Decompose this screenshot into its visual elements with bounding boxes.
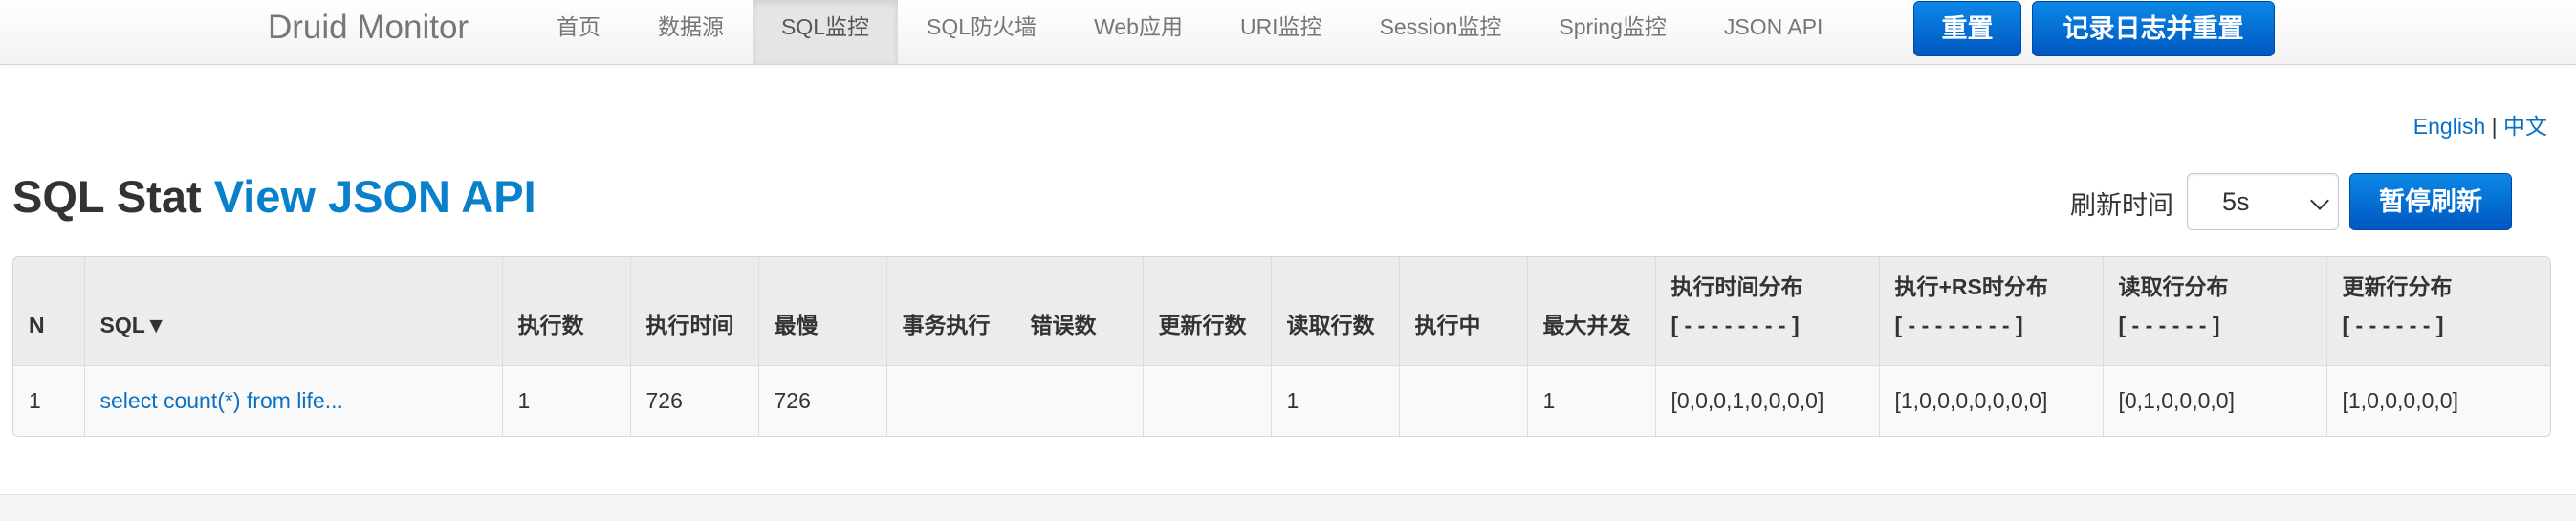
pause-refresh-button[interactable]: 暂停刷新	[2349, 173, 2512, 230]
col-header-fetch-row-histogram[interactable]: 读取行分布 [ - - - - - - ]	[2102, 257, 2326, 365]
col-header-update-row-histogram[interactable]: 更新行分布 [ - - - - - - ]	[2325, 257, 2550, 365]
cell-exec-count: 1	[501, 365, 630, 436]
main-nav: 首页 数据源 SQL监控 SQL防火墙 Web应用 URI监控 Session监…	[528, 0, 1851, 64]
col-header-update-rows[interactable]: 更新行数	[1142, 257, 1271, 365]
col-header-exec-time-histogram[interactable]: 执行时间分布 [ - - - - - - - - ]	[1654, 257, 1879, 365]
page-title-text: SQL Stat	[12, 171, 202, 222]
refresh-interval-select[interactable]: 5s	[2187, 173, 2339, 230]
nav-spring-monitor[interactable]: Spring监控	[1530, 0, 1694, 64]
col-header-fetch-rows[interactable]: 读取行数	[1270, 257, 1399, 365]
sql-stat-table: N SQL▼ 执行数 执行时间 最慢 事务执行 错误数 更新行数 读取行数 执行…	[12, 256, 2551, 437]
cell-exec-rs-histogram: [1,0,0,0,0,0,0,0]	[1878, 365, 2103, 436]
col-header-exec-count[interactable]: 执行数	[501, 257, 630, 365]
col-header-n[interactable]: N	[13, 257, 84, 365]
nav-sql-firewall[interactable]: SQL防火墙	[898, 0, 1065, 64]
refresh-interval-label: 刷新时间	[2070, 191, 2173, 220]
col-header-sql[interactable]: SQL▼	[83, 257, 502, 365]
cell-update-rows	[1142, 365, 1271, 436]
footer-band	[0, 494, 2576, 521]
col-header-running[interactable]: 执行中	[1398, 257, 1527, 365]
col-header-txn-exec[interactable]: 事务执行	[885, 257, 1015, 365]
cell-exec-time: 726	[629, 365, 758, 436]
table-row: 1 select count(*) from life... 1 726 726…	[13, 365, 2550, 436]
cell-exec-time-histogram: [0,0,0,1,0,0,0,0]	[1654, 365, 1879, 436]
cell-running	[1398, 365, 1527, 436]
table-header-row: N SQL▼ 执行数 执行时间 最慢 事务执行 错误数 更新行数 读取行数 执行…	[13, 257, 2550, 365]
cell-max-concurrent: 1	[1526, 365, 1655, 436]
col-header-exec-time[interactable]: 执行时间	[629, 257, 758, 365]
brand-logo-text[interactable]: Druid Monitor	[268, 0, 469, 57]
cell-slowest: 726	[757, 365, 886, 436]
nav-datasource[interactable]: 数据源	[629, 0, 753, 64]
cell-sql: select count(*) from life...	[83, 365, 502, 436]
chevron-down-icon	[2310, 191, 2329, 210]
cell-txn-exec	[885, 365, 1015, 436]
top-navbar: Druid Monitor 首页 数据源 SQL监控 SQL防火墙 Web应用 …	[0, 0, 2576, 65]
log-and-reset-button[interactable]: 记录日志并重置	[2032, 1, 2275, 56]
nav-sql-monitor[interactable]: SQL监控	[753, 0, 899, 64]
cell-error-count	[1014, 365, 1143, 436]
view-json-api-link[interactable]: View JSON API	[214, 171, 536, 222]
nav-session-monitor[interactable]: Session监控	[1351, 0, 1531, 64]
sql-detail-link[interactable]: select count(*) from life...	[100, 388, 343, 413]
nav-web-app[interactable]: Web应用	[1065, 0, 1212, 64]
lang-english-link[interactable]: English	[2413, 114, 2485, 139]
nav-uri-monitor[interactable]: URI监控	[1212, 0, 1351, 64]
col-header-error-count[interactable]: 错误数	[1014, 257, 1143, 365]
col-header-slowest[interactable]: 最慢	[757, 257, 886, 365]
language-switcher: English | 中文	[2413, 108, 2547, 141]
nav-home[interactable]: 首页	[528, 0, 629, 64]
lang-chinese-link[interactable]: 中文	[2503, 114, 2547, 139]
cell-fetch-row-histogram: [0,1,0,0,0,0]	[2102, 365, 2326, 436]
cell-update-row-histogram: [1,0,0,0,0,0]	[2325, 365, 2550, 436]
cell-fetch-rows: 1	[1270, 365, 1399, 436]
page-title: SQL Stat View JSON API	[12, 170, 536, 223]
reset-button[interactable]: 重置	[1913, 1, 2021, 56]
cell-n: 1	[29, 387, 41, 413]
col-header-max-concurrent[interactable]: 最大并发	[1526, 257, 1655, 365]
nav-json-api[interactable]: JSON API	[1695, 0, 1852, 64]
refresh-interval-value: 5s	[2222, 187, 2250, 216]
lang-separator: |	[2491, 114, 2498, 139]
col-header-exec-rs-histogram[interactable]: 执行+RS时分布 [ - - - - - - - - ]	[1878, 257, 2103, 365]
